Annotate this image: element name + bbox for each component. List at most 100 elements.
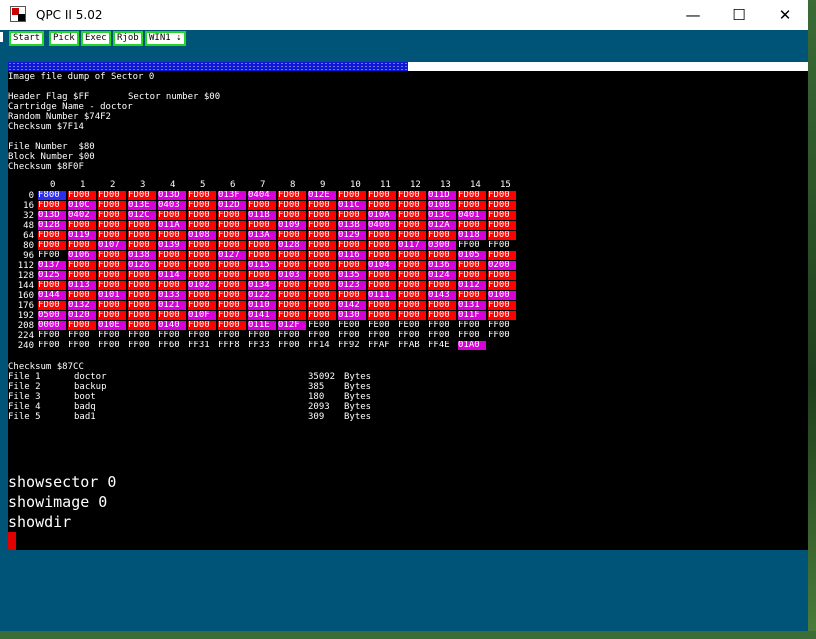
file-size-unit: Bytes	[344, 372, 372, 382]
hex-cell: 0000	[38, 321, 66, 330]
hex-cell: FD00	[488, 191, 516, 200]
hex-cell: FD00	[68, 221, 96, 230]
hex-cell: 0100	[488, 291, 516, 300]
hex-cell: FD00	[188, 251, 216, 260]
column-header: 2	[110, 180, 116, 190]
hex-cell: 0130	[338, 311, 366, 320]
row-offset-label: 208	[17, 321, 34, 331]
qpc-window: QPC II 5.02 — ☐ ✕ Start Pick Exec Rjob W…	[0, 0, 808, 631]
hex-cell: FD00	[188, 321, 216, 330]
hex-cell: 0117	[398, 241, 426, 250]
hex-cell: 0118	[458, 231, 486, 240]
hex-cell: 0144	[38, 291, 66, 300]
progress-bar	[8, 62, 808, 71]
row-offset-label: 48	[23, 221, 34, 231]
hex-cell: FD00	[248, 251, 276, 260]
hex-cell: 012C	[128, 211, 156, 220]
dump-title: Image file dump of Sector 0	[8, 72, 155, 82]
hex-cell: FD00	[308, 291, 336, 300]
hex-cell: FD00	[248, 271, 276, 280]
start-button[interactable]: Start	[9, 31, 45, 46]
hex-cell: FD00	[308, 241, 336, 250]
hex-cell: 0110	[248, 301, 276, 310]
minimize-button[interactable]: —	[670, 0, 716, 30]
file-size-unit: Bytes	[344, 392, 372, 402]
hex-cell: FD00	[428, 281, 456, 290]
file-label: File 4	[8, 402, 41, 412]
hex-cell: FD00	[98, 281, 126, 290]
hex-cell: FD00	[278, 191, 306, 200]
hex-cell: 0101	[98, 291, 126, 300]
rjob-button[interactable]: Rjob	[113, 31, 143, 46]
hex-cell: FD00	[128, 271, 156, 280]
hex-cell: FD00	[458, 191, 486, 200]
hex-cell: FD00	[428, 251, 456, 260]
edge-marker	[0, 32, 3, 42]
hex-cell: FD00	[488, 301, 516, 310]
hex-cell: FD00	[188, 191, 216, 200]
close-button[interactable]: ✕	[762, 0, 808, 30]
hex-cell: 0126	[128, 261, 156, 270]
hex-cell: FD00	[188, 261, 216, 270]
hex-cell: FD00	[158, 311, 186, 320]
hex-cell: 01A0	[458, 341, 486, 350]
hex-cell: FD00	[488, 211, 516, 220]
hex-cell: FF60	[158, 341, 186, 350]
hex-cell: FD00	[278, 291, 306, 300]
column-header: 4	[170, 180, 176, 190]
hex-cell: 013B	[338, 221, 366, 230]
hex-cell: FD00	[218, 211, 246, 220]
hex-cell: FD00	[248, 241, 276, 250]
column-header: 7	[260, 180, 266, 190]
row-offset-label: 176	[17, 301, 34, 311]
hex-cell: FD00	[398, 281, 426, 290]
hex-cell: FD00	[428, 301, 456, 310]
hex-cell: FD00	[458, 201, 486, 210]
hex-cell: FD00	[278, 311, 306, 320]
hex-cell: 0125	[38, 271, 66, 280]
hex-cell: FD00	[488, 251, 516, 260]
hex-cell: 012F	[278, 321, 306, 330]
hex-cell: FD00	[368, 231, 396, 240]
row-offset-label: 16	[23, 201, 34, 211]
hex-cell: FD00	[218, 301, 246, 310]
row-offset-label: 96	[23, 251, 34, 261]
column-header: 14	[470, 180, 481, 190]
hex-cell: FD00	[488, 231, 516, 240]
hex-cell: FF00	[38, 341, 66, 350]
hex-cell: 0115	[248, 261, 276, 270]
hex-cell: FD00	[278, 231, 306, 240]
hex-cell: 010E	[98, 321, 126, 330]
maximize-button[interactable]: ☐	[716, 0, 762, 30]
hex-cell: FFF8	[218, 341, 246, 350]
pick-button[interactable]: Pick	[49, 31, 79, 46]
hex-cell: FD00	[128, 291, 156, 300]
hex-cell: FF00	[398, 331, 426, 340]
file-size-unit: Bytes	[344, 402, 372, 412]
hex-cell: FD00	[428, 231, 456, 240]
hex-cell: FD00	[458, 291, 486, 300]
progress-dither	[8, 62, 408, 71]
hex-cell: 0139	[158, 241, 186, 250]
hex-cell: FF00	[98, 331, 126, 340]
hex-cell: FFAB	[398, 341, 426, 350]
hex-cell: 010C	[68, 201, 96, 210]
desktop-background-bottom	[0, 631, 816, 639]
hex-cell: FD00	[98, 301, 126, 310]
hex-cell: FD00	[458, 271, 486, 280]
row-offset-label: 144	[17, 281, 34, 291]
hex-cell: 0105	[458, 251, 486, 260]
hex-cell: FD00	[158, 261, 186, 270]
hex-cell: FF00	[158, 331, 186, 340]
hex-cell: FD00	[68, 191, 96, 200]
row-offset-label: 64	[23, 231, 34, 241]
hex-cell: 0102	[188, 281, 216, 290]
hex-cell: 012E	[308, 191, 336, 200]
file-size: 2093	[308, 402, 330, 412]
hex-cell: FD00	[188, 271, 216, 280]
hex-cell: FD00	[188, 211, 216, 220]
win1-button[interactable]: WIN1 ⇣	[145, 31, 186, 46]
hex-cell: FE00	[308, 321, 336, 330]
exec-button[interactable]: Exec	[81, 31, 111, 46]
column-header: 12	[410, 180, 421, 190]
